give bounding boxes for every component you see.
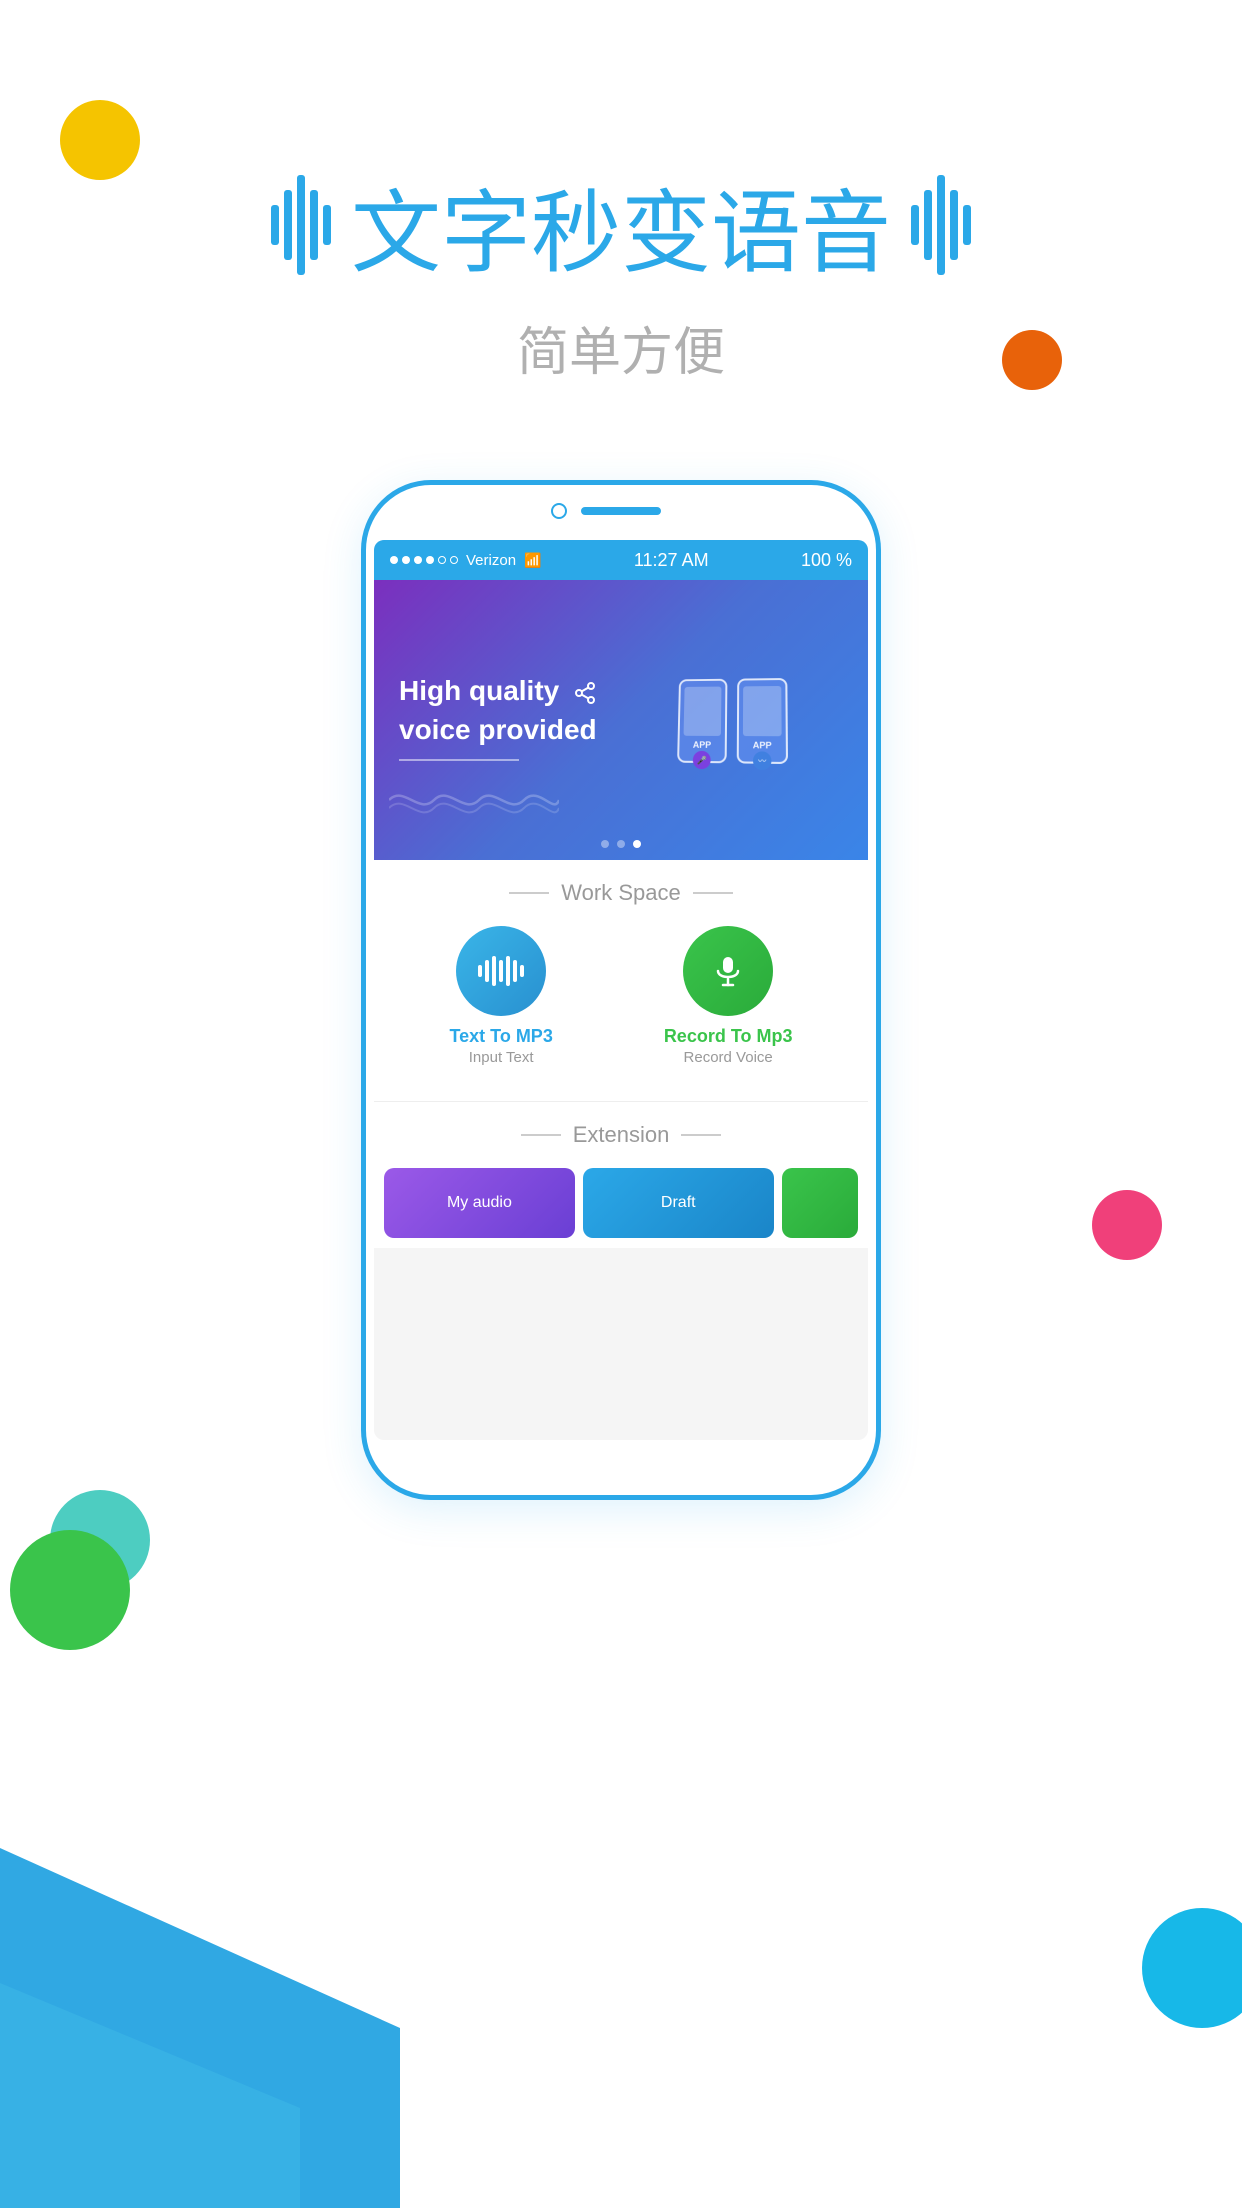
banner-phones: APP 🎤 APP 〰 [677,678,788,764]
banner-wave-decoration [389,780,559,825]
extension-title: Extension [573,1122,670,1148]
battery-status: 100 % [801,550,852,571]
phone-outer: Verizon 📶 11:27 AM 100 % High qual [361,480,881,1500]
share-icon [573,681,597,705]
banner-title: High quality voice provided [399,671,621,749]
ext-card-myaudio[interactable]: My audio [384,1168,575,1238]
wifi-icon: 📶 [524,552,541,569]
status-bar: Verizon 📶 11:27 AM 100 % [374,540,868,580]
workspace-section: Work Space [374,860,868,1101]
phone-screen: Verizon 📶 11:27 AM 100 % High qual [374,540,868,1440]
waveform-right-icon [911,175,971,275]
tts-label: Text To MP3 [449,1026,552,1047]
banner-dot-1 [601,840,609,848]
status-time: 11:27 AM [634,550,709,571]
banner-text: High quality voice provided [399,671,621,769]
workspace-title: Work Space [561,880,680,906]
workspace-header: Work Space [384,880,858,906]
status-left: Verizon 📶 [390,552,541,569]
tts-icon-circle [456,926,546,1016]
waveform-left-icon [271,175,331,275]
subtitle-text: 简单方便 [0,310,1242,385]
record-label: Record To Mp3 [664,1026,793,1047]
tts-sublabel: Input Text [469,1049,534,1066]
banner-divider [399,759,519,761]
banner-image: APP 🎤 APP 〰 [621,678,843,763]
decorative-dot-cyan [1142,1908,1242,2028]
record-icon-circle [683,926,773,1016]
workspace-items: Text To MP3 Input Text [384,926,858,1081]
workspace-item-tts[interactable]: Text To MP3 Input Text [449,926,552,1066]
app-title: 文字秒变语音 [0,160,1242,290]
ext-card-draft[interactable]: Draft [583,1168,774,1238]
signal-dot-1 [390,556,398,564]
header-area: 文字秒变语音 简单方便 [0,160,1242,385]
carrier-name: Verizon [466,552,516,569]
extension-line-right [681,1134,721,1136]
tts-waveform-icon [478,956,524,986]
workspace-line-right [693,892,733,894]
signal-dot-3 [414,556,422,564]
extension-cards: My audio Draft [384,1168,858,1238]
signal-dot-4 [426,556,434,564]
mini-phone-2: APP 〰 [737,678,788,764]
decorative-dot-green [10,1530,130,1650]
phone-camera [551,503,567,519]
phone-mockup: Verizon 📶 11:27 AM 100 % High qual [361,480,881,1500]
mini-phone-1: APP 🎤 [677,678,727,763]
banner-dot-3 [633,840,641,848]
extension-line-left [521,1134,561,1136]
banner-dots [601,840,641,848]
mic-icon [710,953,746,989]
ext-card-extra[interactable] [782,1168,858,1238]
workspace-item-record[interactable]: Record To Mp3 Record Voice [664,926,793,1066]
title-text: 文字秒变语音 [351,160,891,290]
decorative-dot-pink [1092,1190,1162,1260]
signal-dot-2 [402,556,410,564]
extension-section: Extension My audio Draft [374,1101,868,1248]
phone-speaker [581,507,661,515]
record-sublabel: Record Voice [684,1049,773,1066]
signal-dot-5 [438,556,446,564]
workspace-line-left [509,892,549,894]
banner-dot-2 [617,840,625,848]
extension-header: Extension [384,1122,858,1148]
signal-dot-6 [450,556,458,564]
banner: High quality voice provided [374,580,868,860]
